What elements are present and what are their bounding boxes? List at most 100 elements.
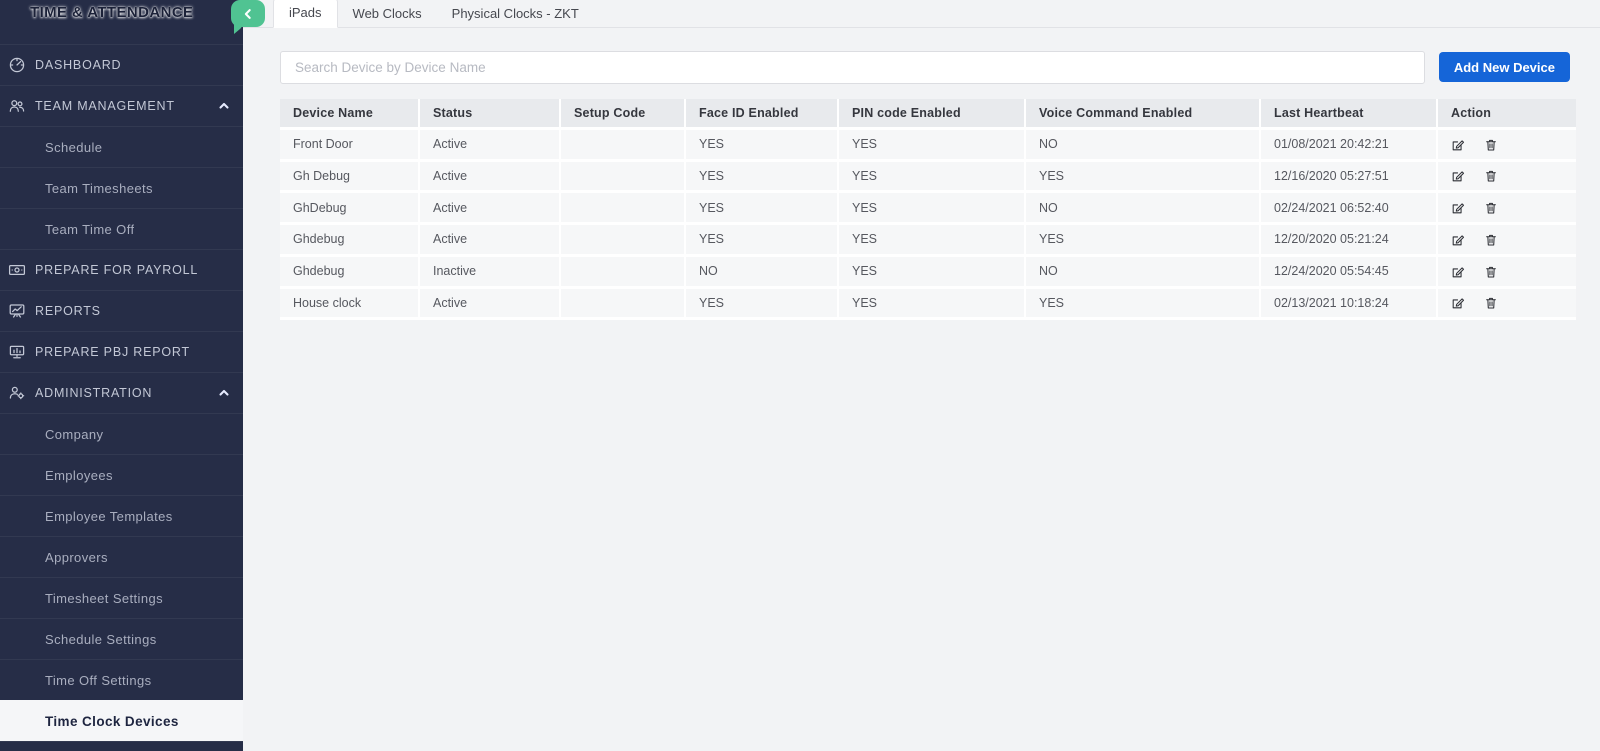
table-body: Front Door Active YES YES NO 01/08/2021 … — [280, 129, 1576, 319]
sidebar-item-dashboard[interactable]: DASHBOARD — [0, 44, 243, 85]
table-row: Ghdebug Inactive NO YES NO 12/24/2020 05… — [280, 255, 1576, 287]
edit-device-button[interactable] — [1451, 138, 1465, 152]
delete-device-button[interactable] — [1484, 296, 1498, 310]
toolbar: Add New Device — [280, 51, 1570, 84]
cell-voice-command: YES — [1025, 224, 1260, 256]
cell-pin-code: YES — [838, 255, 1025, 287]
app-root: TIME & ATTENDANCE DASHBOARD TEAM MANAGEM… — [0, 0, 1600, 751]
edit-icon — [1451, 296, 1465, 310]
cell-voice-command: NO — [1025, 129, 1260, 161]
sidebar-item-time-clock-devices[interactable]: Time Clock Devices — [0, 700, 243, 741]
sidebar-item-team-time-off[interactable]: Team Time Off — [0, 208, 243, 249]
tab-ipads[interactable]: iPads — [273, 0, 338, 28]
delete-icon — [1484, 296, 1498, 310]
cell-status: Active — [419, 192, 560, 224]
chevron-up-icon — [217, 386, 231, 400]
sidebar-item-label: Employee Templates — [45, 509, 173, 524]
cell-action — [1437, 129, 1576, 161]
cell-pin-code: YES — [838, 224, 1025, 256]
cell-action — [1437, 160, 1576, 192]
sidebar-item-label: Team Time Off — [45, 222, 134, 237]
edit-device-button[interactable] — [1451, 201, 1465, 215]
delete-icon — [1484, 138, 1498, 152]
delete-device-button[interactable] — [1484, 138, 1498, 152]
sidebar-item-team-management[interactable]: TEAM MANAGEMENT — [0, 85, 243, 126]
delete-device-button[interactable] — [1484, 233, 1498, 247]
edit-device-button[interactable] — [1451, 296, 1465, 310]
reports-icon — [8, 302, 26, 320]
sidebar-item-timesheet-settings[interactable]: Timesheet Settings — [0, 577, 243, 618]
main-area: iPads Web Clocks Physical Clocks - ZKT A… — [243, 0, 1600, 751]
cell-status: Inactive — [419, 255, 560, 287]
delete-device-button[interactable] — [1484, 169, 1498, 183]
sidebar-item-prepare-pbj-report[interactable]: PREPARE PBJ REPORT — [0, 331, 243, 372]
payroll-icon — [8, 261, 26, 279]
delete-icon — [1484, 169, 1498, 183]
table-header-row: Device Name Status Setup Code Face ID En… — [280, 99, 1576, 129]
edit-device-button[interactable] — [1451, 169, 1465, 183]
sidebar-item-employee-templates[interactable]: Employee Templates — [0, 495, 243, 536]
pbj-report-icon — [8, 343, 26, 361]
cell-last-heartbeat: 12/20/2020 05:21:24 — [1260, 224, 1437, 256]
add-new-device-button[interactable]: Add New Device — [1439, 52, 1570, 82]
sidebar-next-item-partial — [0, 741, 243, 751]
col-header-action: Action — [1437, 99, 1576, 129]
sidebar-item-time-off-settings[interactable]: Time Off Settings — [0, 659, 243, 700]
devices-table: Device Name Status Setup Code Face ID En… — [280, 99, 1576, 320]
col-header-last-heartbeat: Last Heartbeat — [1260, 99, 1437, 129]
edit-icon — [1451, 169, 1465, 183]
sidebar-item-label: Time Off Settings — [45, 673, 152, 688]
delete-device-button[interactable] — [1484, 201, 1498, 215]
delete-device-button[interactable] — [1484, 265, 1498, 279]
sidebar-item-label: Employees — [45, 468, 113, 483]
sidebar-item-administration[interactable]: ADMINISTRATION — [0, 372, 243, 413]
edit-icon — [1451, 265, 1465, 279]
sidebar-item-label: ADMINISTRATION — [35, 386, 152, 400]
sidebar-item-approvers[interactable]: Approvers — [0, 536, 243, 577]
sidebar-item-employees[interactable]: Employees — [0, 454, 243, 495]
sidebar-item-team-timesheets[interactable]: Team Timesheets — [0, 167, 243, 208]
cell-pin-code: YES — [838, 160, 1025, 192]
table-row: GhDebug Active YES YES NO 02/24/2021 06:… — [280, 192, 1576, 224]
sidebar-item-label: Team Timesheets — [45, 181, 153, 196]
cell-setup-code — [560, 129, 685, 161]
sidebar-item-prepare-for-payroll[interactable]: PREPARE FOR PAYROLL — [0, 249, 243, 290]
cell-device-name: Front Door — [280, 129, 419, 161]
cell-last-heartbeat: 02/13/2021 10:18:24 — [1260, 287, 1437, 319]
delete-icon — [1484, 201, 1498, 215]
edit-device-button[interactable] — [1451, 265, 1465, 279]
sidebar-collapse-button[interactable] — [231, 0, 265, 27]
chevron-left-icon — [242, 8, 254, 20]
cell-device-name: Ghdebug — [280, 255, 419, 287]
cell-last-heartbeat: 12/16/2020 05:27:51 — [1260, 160, 1437, 192]
sidebar-item-reports[interactable]: REPORTS — [0, 290, 243, 331]
table-row: Gh Debug Active YES YES YES 12/16/2020 0… — [280, 160, 1576, 192]
cell-status: Active — [419, 129, 560, 161]
cell-action — [1437, 287, 1576, 319]
cell-device-name: GhDebug — [280, 192, 419, 224]
cell-device-name: Ghdebug — [280, 224, 419, 256]
cell-voice-command: NO — [1025, 255, 1260, 287]
table-row: Ghdebug Active YES YES YES 12/20/2020 05… — [280, 224, 1576, 256]
tab-web-clocks[interactable]: Web Clocks — [338, 0, 437, 28]
sidebar-item-label: REPORTS — [35, 304, 101, 318]
sidebar-item-label: Timesheet Settings — [45, 591, 163, 606]
sidebar-item-company[interactable]: Company — [0, 413, 243, 454]
app-title: TIME & ATTENDANCE — [30, 2, 243, 24]
search-input[interactable] — [280, 51, 1425, 84]
sidebar-item-schedule[interactable]: Schedule — [0, 126, 243, 167]
col-header-pin-code: PIN code Enabled — [838, 99, 1025, 129]
dashboard-icon — [8, 56, 26, 74]
cell-face-id: YES — [685, 224, 838, 256]
cell-setup-code — [560, 160, 685, 192]
cell-status: Active — [419, 224, 560, 256]
tab-physical-clocks-zkt[interactable]: Physical Clocks - ZKT — [437, 0, 594, 28]
cell-action — [1437, 255, 1576, 287]
cell-face-id: YES — [685, 192, 838, 224]
sidebar-item-schedule-settings[interactable]: Schedule Settings — [0, 618, 243, 659]
sidebar-item-label: Schedule Settings — [45, 632, 157, 647]
administration-icon — [8, 384, 26, 402]
edit-device-button[interactable] — [1451, 233, 1465, 247]
sidebar-item-label: Approvers — [45, 550, 108, 565]
cell-voice-command: YES — [1025, 160, 1260, 192]
